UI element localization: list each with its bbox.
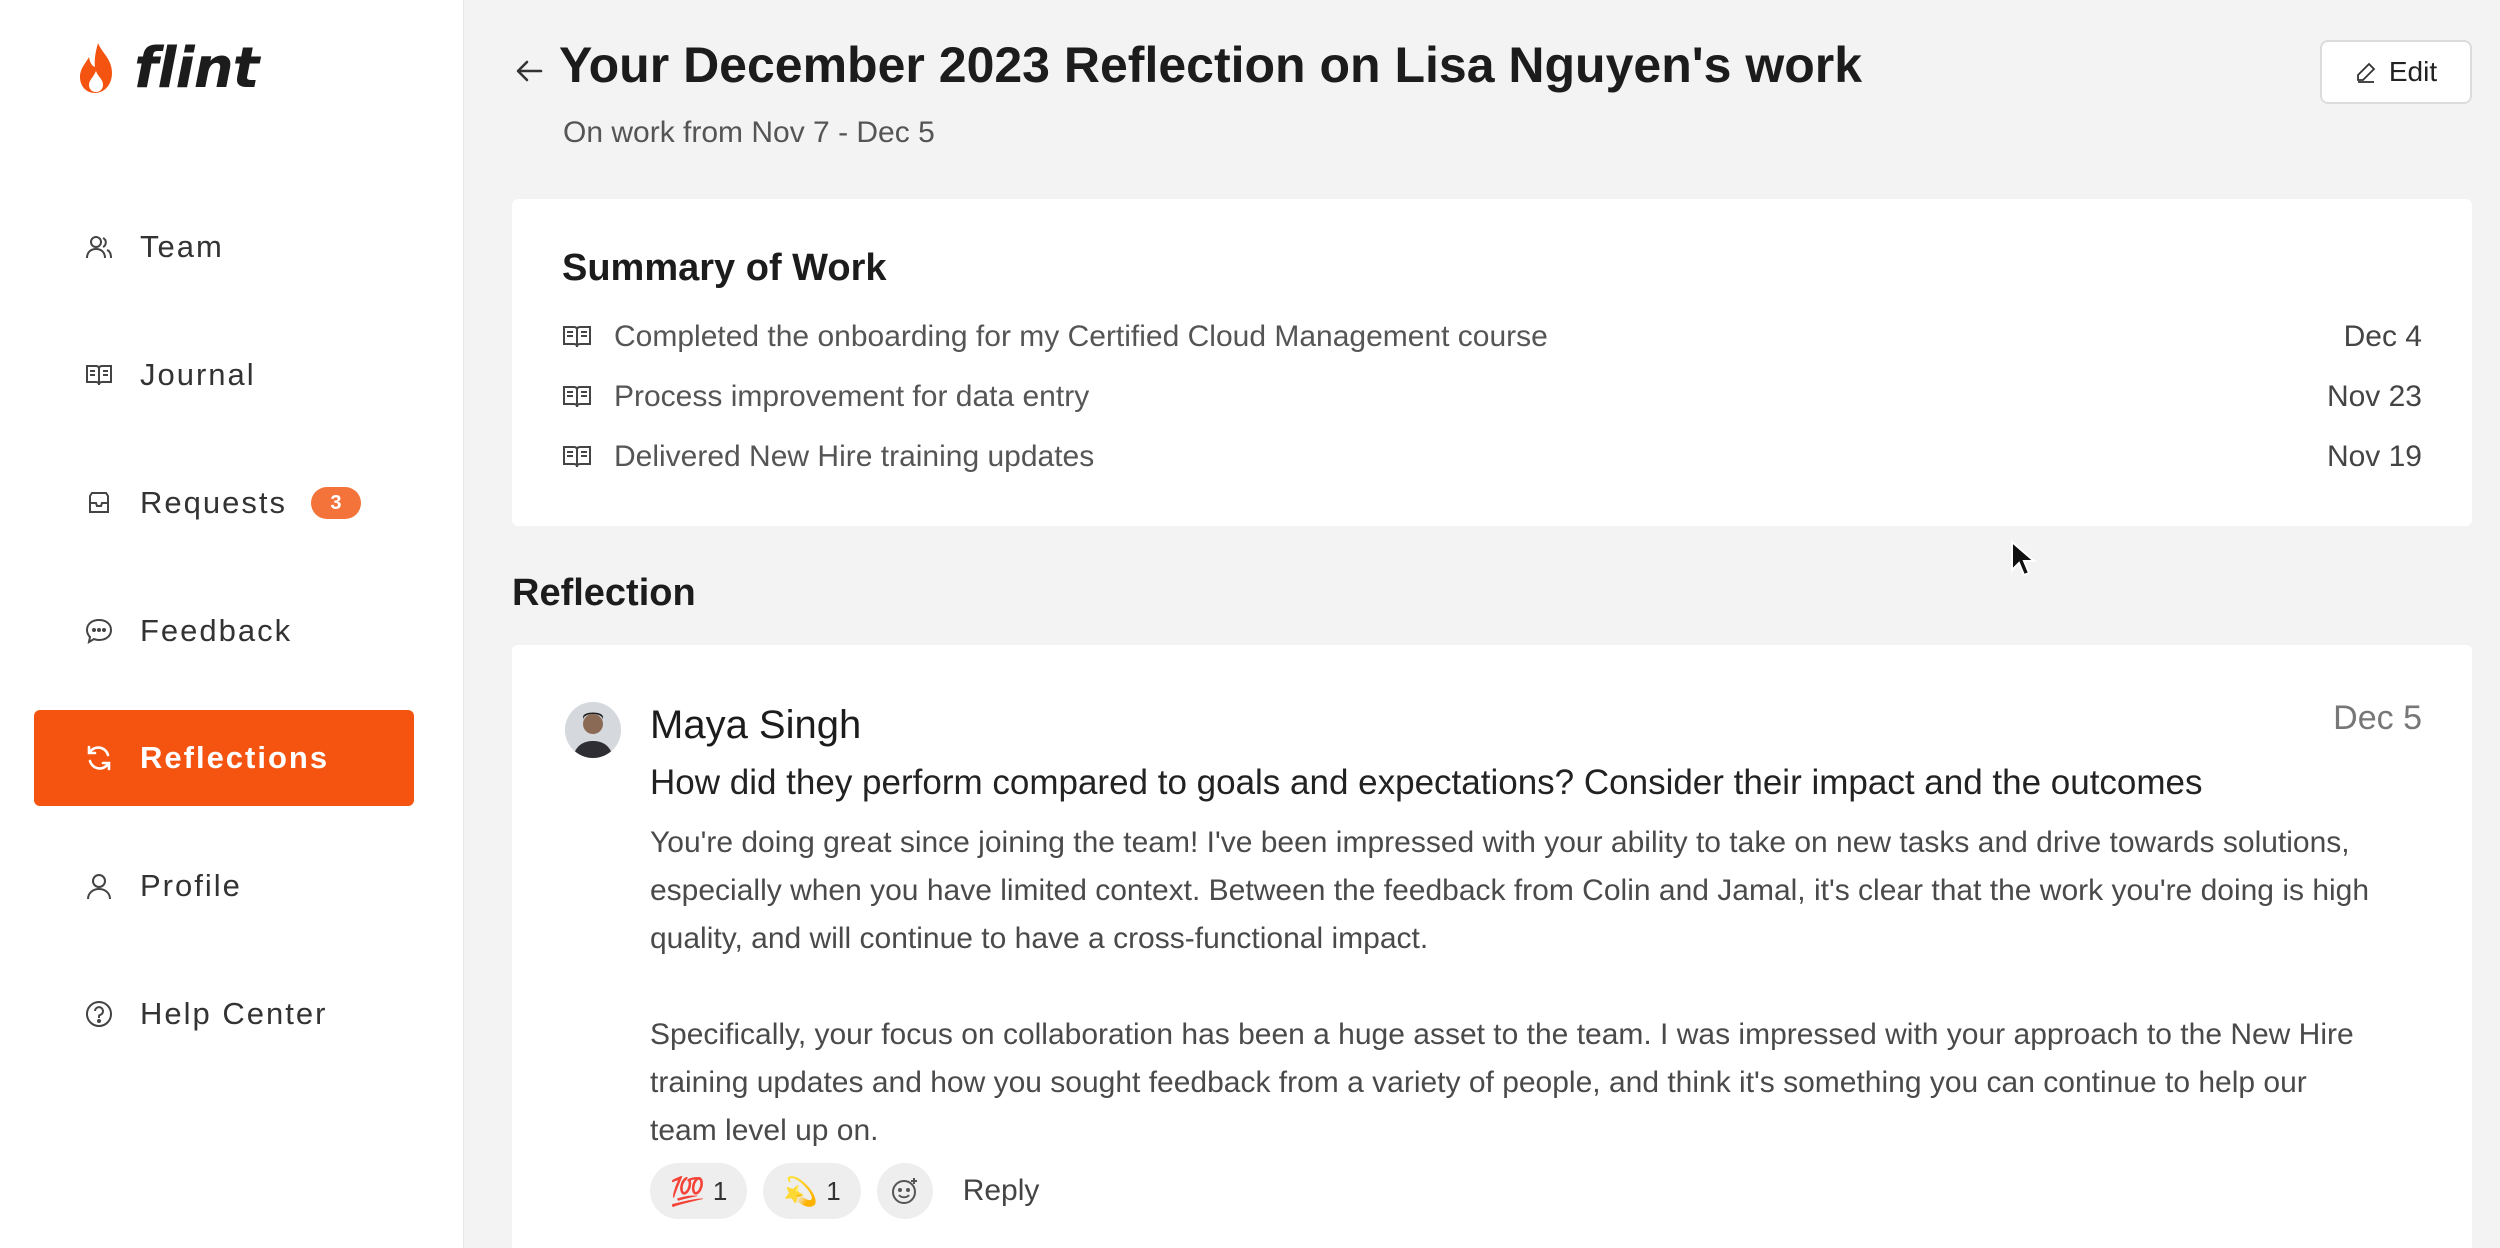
reaction-hundred[interactable]: 💯 1 <box>650 1163 748 1219</box>
mouse-cursor-icon <box>2011 540 2037 577</box>
sidebar-item-feedback[interactable]: Feedback <box>34 583 414 679</box>
avatar[interactable] <box>565 702 621 758</box>
sidebar-item-reflections[interactable]: Reflections <box>34 710 414 806</box>
pencil-icon <box>2356 62 2376 83</box>
summary-item-date: Nov 23 <box>2326 380 2422 413</box>
reflection-paragraph: You're doing great since joining the tea… <box>650 826 2370 955</box>
reflection-date: Dec 5 <box>2333 699 2422 737</box>
chat-icon <box>84 616 114 646</box>
team-icon <box>84 232 114 262</box>
sidebar-item-help-center[interactable]: Help Center <box>34 966 414 1062</box>
page-subtitle: On work from Nov 7 - Dec 5 <box>563 116 935 149</box>
sidebar-item-label: Reflections <box>140 740 330 775</box>
edit-button[interactable]: Edit <box>2320 40 2472 104</box>
reactions-bar: 💯 1 💫 1 Reply <box>650 1163 1039 1219</box>
sidebar-item-label: Requests <box>140 485 287 520</box>
summary-item[interactable]: Delivered New Hire training updates Nov … <box>562 437 2422 477</box>
sidebar-item-team[interactable]: Team <box>34 199 414 295</box>
reflection-paragraph: Specifically, your focus on collaboratio… <box>650 1018 2354 1147</box>
reflection-card: Maya Singh Dec 5 How did they perform co… <box>512 645 2472 1248</box>
flame-icon <box>80 43 112 93</box>
add-reaction-button[interactable] <box>876 1163 933 1219</box>
sidebar-item-label: Profile <box>140 868 242 903</box>
summary-item-date: Dec 4 <box>2343 320 2422 353</box>
sidebar-item-label: Team <box>140 229 224 264</box>
edit-button-label: Edit <box>2388 56 2438 87</box>
sidebar-item-label: Help Center <box>140 996 328 1031</box>
journal-icon <box>84 360 114 390</box>
flint-logo[interactable]: flint <box>76 35 259 101</box>
summary-item-text: Delivered New Hire training updates <box>614 440 1095 473</box>
reaction-count: 1 <box>826 1175 841 1206</box>
refresh-icon <box>84 743 114 773</box>
user-icon <box>84 871 114 901</box>
reflection-question: How did they perform compared to goals a… <box>650 763 2203 802</box>
reaction-count: 1 <box>712 1175 728 1206</box>
sidebar-item-journal[interactable]: Journal <box>34 327 414 423</box>
sidebar-item-label: Feedback <box>140 613 293 648</box>
add-emoji-icon <box>891 1178 917 1204</box>
sidebar-item-requests[interactable]: Requests 3 <box>34 455 414 551</box>
summary-title: Summary of Work <box>562 247 887 289</box>
author-name: Maya Singh <box>650 703 862 747</box>
sidebar: flint Team Journal Requests 3 Feedback R… <box>0 0 464 1248</box>
inbox-icon <box>84 488 114 518</box>
summary-of-work-card: Summary of Work Completed the onboarding… <box>512 199 2472 526</box>
help-icon <box>84 999 114 1029</box>
back-arrow-icon[interactable] <box>513 54 547 88</box>
page-title: Your December 2023 Reflection on Lisa Ng… <box>559 37 1863 93</box>
dizzy-emoji-icon: 💫 <box>783 1175 819 1207</box>
book-icon <box>563 386 591 408</box>
requests-count-badge: 3 <box>310 487 361 519</box>
reaction-dizzy[interactable]: 💫 1 <box>763 1163 861 1219</box>
book-icon <box>563 446 591 468</box>
book-icon <box>563 326 591 348</box>
logo-wordmark: flint <box>134 35 259 101</box>
summary-item-text: Completed the onboarding for my Certifie… <box>614 320 1548 353</box>
sidebar-item-label: Journal <box>140 357 256 392</box>
summary-item[interactable]: Process improvement for data entry Nov 2… <box>562 377 2422 417</box>
hundred-emoji-icon: 💯 <box>670 1175 705 1207</box>
reflection-section-title: Reflection <box>512 572 696 614</box>
sidebar-item-profile[interactable]: Profile <box>34 838 414 934</box>
summary-item-text: Process improvement for data entry <box>614 380 1090 413</box>
reply-button[interactable]: Reply <box>963 1174 1040 1208</box>
summary-item-date: Nov 19 <box>2326 440 2422 473</box>
main-content: Your December 2023 Reflection on Lisa Ng… <box>465 0 2500 1248</box>
summary-item[interactable]: Completed the onboarding for my Certifie… <box>562 317 2422 357</box>
